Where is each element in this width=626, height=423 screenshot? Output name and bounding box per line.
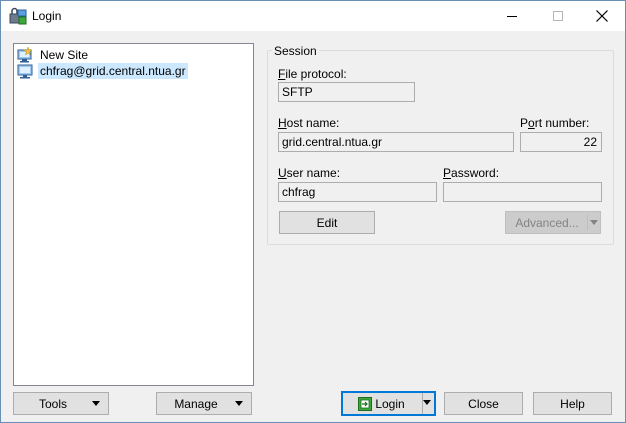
- edit-button[interactable]: Edit: [279, 211, 375, 234]
- maximize-button[interactable]: [535, 1, 581, 31]
- chevron-down-icon: [92, 401, 100, 406]
- site-computer-icon: [17, 63, 33, 79]
- minimize-button[interactable]: [489, 1, 535, 31]
- tree-item-new-site[interactable]: New Site: [17, 46, 90, 63]
- session-group-title: Session: [272, 44, 319, 58]
- window-title: Login: [32, 9, 62, 23]
- tree-item-label: New Site: [40, 48, 89, 62]
- login-button-label: Login: [375, 396, 405, 411]
- winscp-login-icon: [9, 7, 27, 25]
- host-name-field[interactable]: grid.central.ntua.gr: [278, 132, 514, 152]
- file-protocol-label: File protocol:: [278, 67, 347, 81]
- advanced-button-label: Advanced...: [515, 215, 579, 230]
- tools-button-label: Tools: [38, 396, 67, 411]
- login-button[interactable]: Login: [341, 391, 436, 416]
- tree-item-label: chfrag@grid.central.ntua.gr: [38, 63, 188, 79]
- chevron-down-icon[interactable]: [423, 400, 431, 405]
- file-protocol-select[interactable]: SFTP: [278, 82, 415, 102]
- user-name-field[interactable]: chfrag: [278, 182, 437, 202]
- advanced-button[interactable]: Advanced...: [505, 211, 601, 234]
- manage-button-label: Manage: [174, 396, 218, 411]
- port-number-field[interactable]: 22: [520, 132, 602, 152]
- help-button-label: Help: [560, 396, 585, 411]
- title-bar[interactable]: Login: [1, 1, 625, 31]
- login-icon: [358, 396, 373, 411]
- tree-item-saved-site[interactable]: chfrag@grid.central.ntua.gr: [17, 63, 188, 79]
- close-icon: [596, 10, 608, 22]
- maximize-icon: [553, 11, 563, 21]
- close-button-label: Close: [468, 396, 499, 411]
- edit-button-label: Edit: [316, 215, 338, 230]
- manage-button[interactable]: Manage: [156, 392, 252, 415]
- help-button[interactable]: Help: [533, 392, 612, 415]
- chevron-down-icon[interactable]: [590, 220, 598, 225]
- port-number-label: Port number:: [520, 116, 590, 130]
- new-site-icon: [17, 46, 33, 63]
- password-label: Password:: [443, 166, 500, 180]
- tools-button[interactable]: Tools: [13, 392, 109, 415]
- split-divider: [587, 215, 588, 230]
- login-window: Login New Site chfrag@grid.central.ntua.…: [0, 0, 626, 423]
- minimize-icon: [507, 16, 517, 17]
- login-button-content: Login: [358, 396, 405, 411]
- host-name-label: Host name:: [278, 116, 340, 130]
- user-name-label: User name:: [278, 166, 341, 180]
- chevron-down-icon: [235, 401, 243, 406]
- password-field[interactable]: [443, 182, 602, 202]
- close-button[interactable]: Close: [444, 392, 523, 415]
- close-window-button[interactable]: [579, 1, 625, 31]
- site-tree[interactable]: New Site chfrag@grid.central.ntua.gr: [13, 43, 254, 386]
